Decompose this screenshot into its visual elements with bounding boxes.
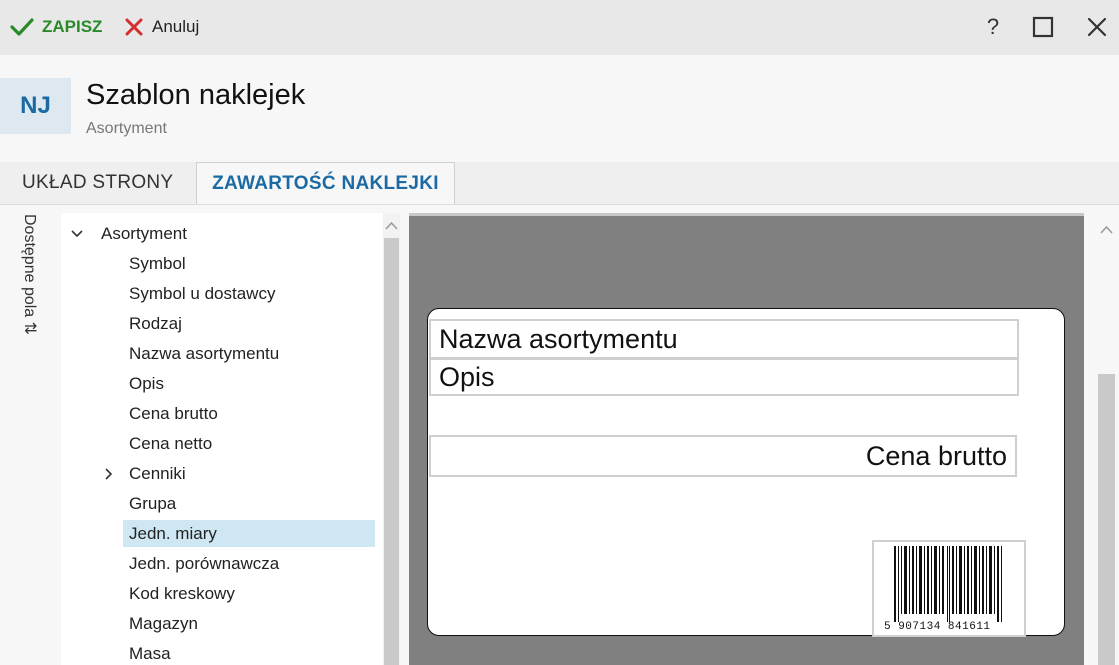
tree-item-label: Kod kreskowy [129,583,235,603]
check-icon [10,18,34,36]
cancel-button[interactable]: Anuluj [124,14,199,40]
tree-item-label: Cena brutto [129,403,218,423]
field-price-text: Cena brutto [865,440,1007,471]
tree-item[interactable]: Cena brutto [129,400,218,427]
page-title: Szablon naklejek [86,79,306,111]
field-price[interactable]: Cena brutto [429,435,1017,477]
help-button[interactable]: ? [980,14,1006,40]
tree-item[interactable]: Cena netto [129,430,212,457]
available-fields-toggle[interactable]: Dostępne pola ⇅ [20,214,60,364]
tree-item[interactable]: Masa [129,640,171,665]
available-fields-label: Dostępne pola ⇅ [21,214,38,336]
tree-item[interactable]: Jedn. porównawcza [129,550,279,577]
chevron-down-icon [71,229,83,237]
tab-label-content[interactable]: ZAWARTOŚĆ NAKLEJKI [196,162,455,204]
tab-page-layout[interactable]: UKŁAD STRONY [22,162,173,204]
close-window-icon [1087,17,1107,37]
close-window-button[interactable] [1084,14,1110,40]
tree-item-label: Jedn. miary [129,523,217,543]
barcode-digits: 5 907134 841611 [884,621,991,633]
canvas-scroll-thumb[interactable] [1098,374,1115,665]
tree-item-label: Grupa [129,493,177,513]
tree-item-label: Opis [129,373,164,393]
maximize-icon [1032,16,1054,38]
tree-item-label: Jedn. porównawcza [129,553,280,573]
tree-item[interactable]: Opis [129,370,164,397]
tree-root-label: Asortyment [101,223,187,243]
module-badge: NJ [0,78,71,134]
tree-item-label: Masa [129,643,171,663]
tree-item-selected[interactable]: Jedn. miary [123,520,375,547]
tree-item-label: Symbol u dostawcy [129,283,276,303]
tree-item-label: Symbol [129,253,186,273]
save-button[interactable]: ZAPISZ [10,14,102,40]
cancel-label: Anuluj [152,17,200,36]
tree-item[interactable]: Kod kreskowy [129,580,235,607]
field-name-text: Nazwa asortymentu [439,323,678,354]
header: NJ Szablon naklejek Asortyment [0,55,1119,162]
chevron-right-icon [105,467,113,480]
close-icon [125,18,143,36]
toolbar: ZAPISZ Anuluj ? [0,0,1119,55]
tree-item[interactable]: Rodzaj [129,310,182,337]
tree-item-cenniki[interactable]: Cenniki [101,460,186,487]
canvas-top-border [409,213,1084,216]
tree-item-label: Magazyn [129,613,198,633]
maximize-button[interactable] [1030,14,1056,40]
barcode-icon [894,546,1002,622]
tree-item[interactable]: Symbol [129,250,186,277]
tree-item[interactable]: Nazwa asortymentu [129,340,279,367]
help-label: ? [986,14,1000,39]
field-name[interactable]: Nazwa asortymentu [429,319,1019,359]
field-description[interactable]: Opis [429,358,1019,396]
tree-scroll-thumb[interactable] [384,238,399,665]
tab-bar: UKŁAD STRONY ZAWARTOŚĆ NAKLEJKI [0,162,1119,205]
tree-item[interactable]: Symbol u dostawcy [129,280,275,307]
field-description-text: Opis [439,361,495,392]
tree-root-asortyment[interactable]: Asortyment [69,220,187,247]
scroll-up-icon [385,221,398,230]
tree-item[interactable]: Magazyn [129,610,198,637]
tree-item-label: Cenniki [129,463,186,483]
tree-item-label: Cena netto [129,433,213,453]
scroll-up-icon [1100,225,1113,234]
fields-tree: Asortyment Symbol Symbol u dostawcy Rodz… [61,213,383,665]
tree-item-label: Rodzaj [129,313,182,333]
tree-item-label: Nazwa asortymentu [129,343,280,363]
save-label: ZAPISZ [42,17,103,36]
page-subtitle: Asortyment [86,120,167,137]
tree-item[interactable]: Grupa [129,490,176,517]
